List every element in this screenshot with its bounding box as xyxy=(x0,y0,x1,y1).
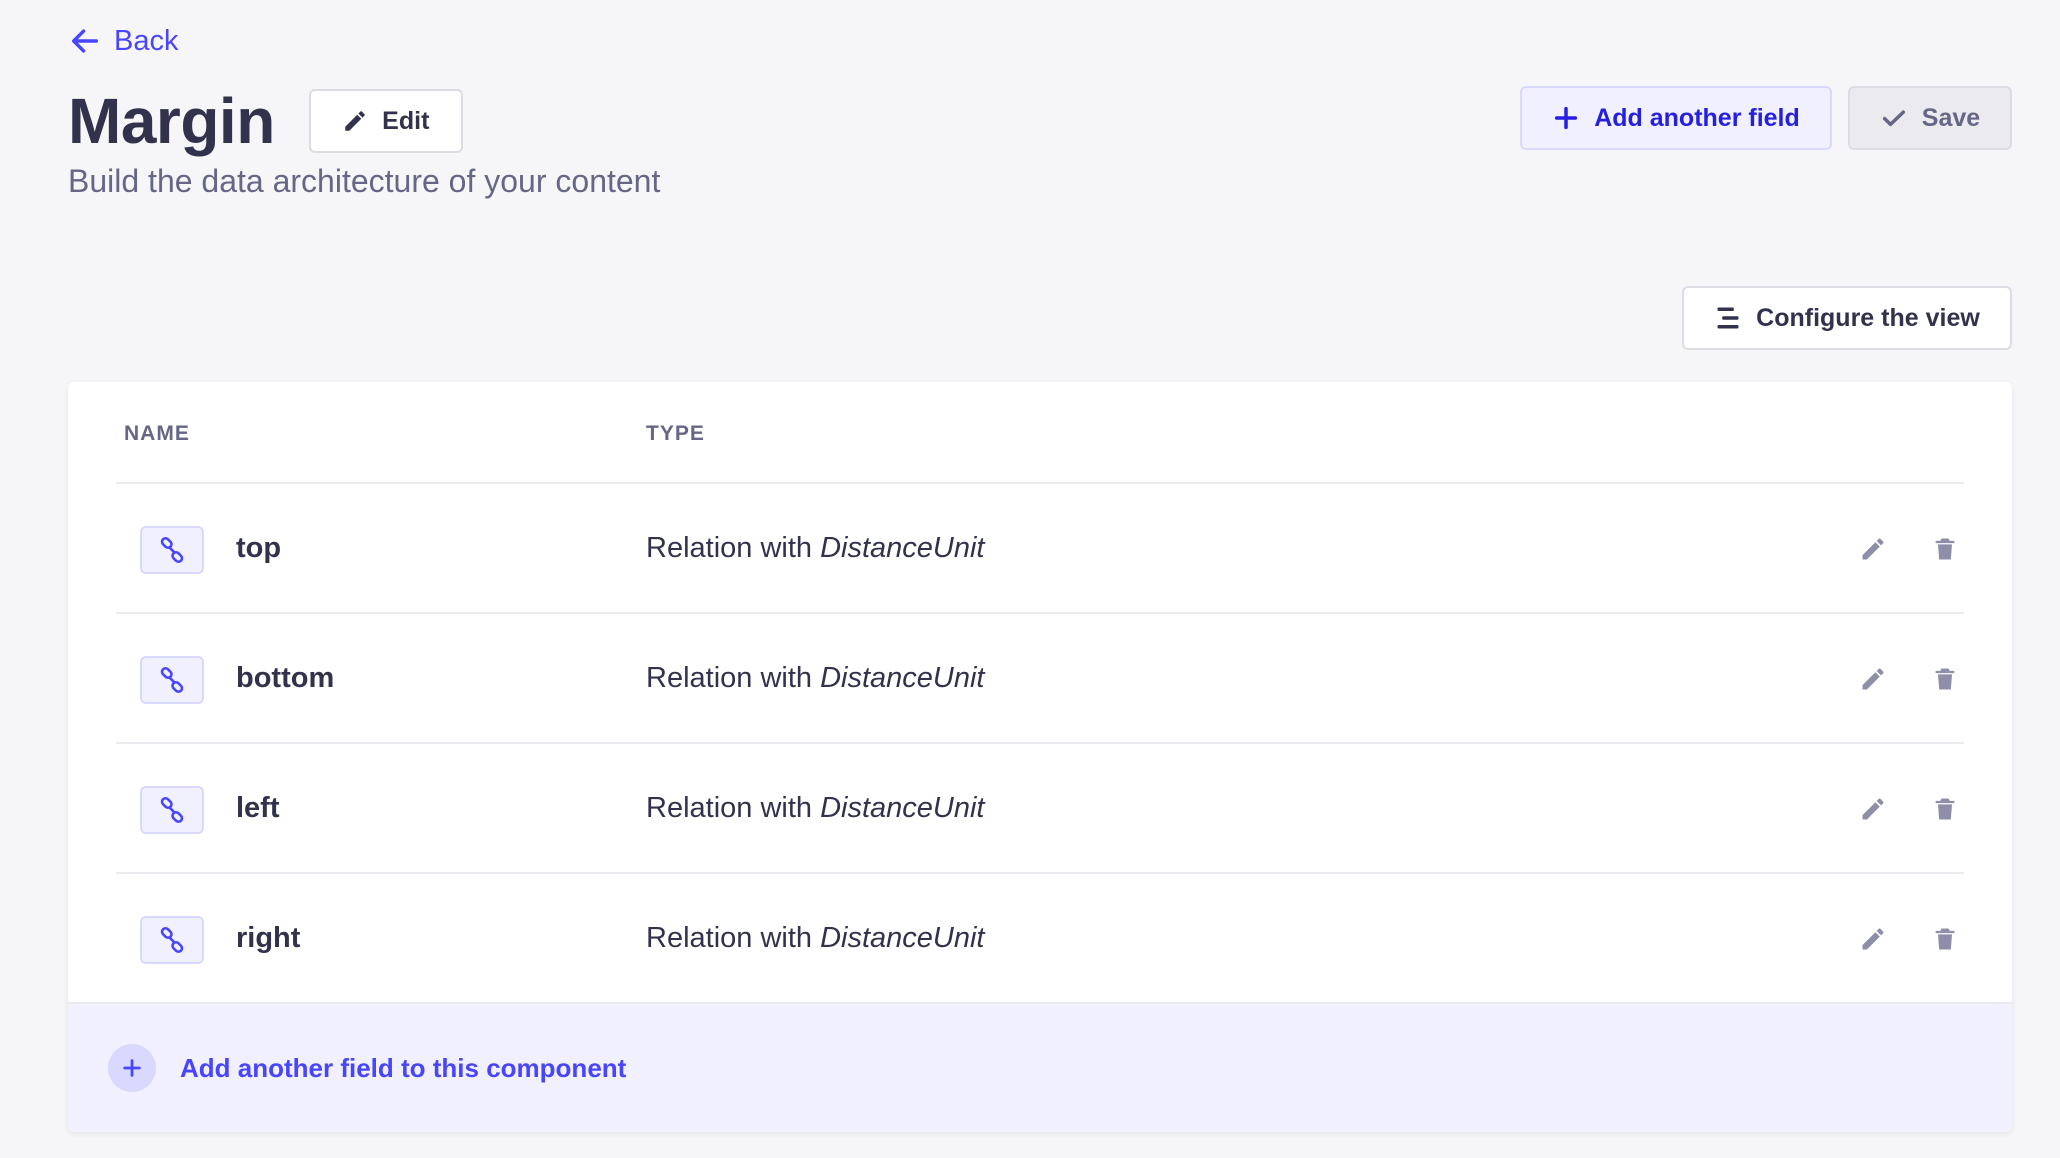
plus-circle-icon xyxy=(108,1044,156,1092)
table-header: NAME TYPE xyxy=(116,382,1964,484)
field-name: left xyxy=(236,792,280,824)
check-icon xyxy=(1882,110,1905,127)
column-header-type: TYPE xyxy=(646,422,705,445)
field-type: Relation with DistanceUnit xyxy=(646,532,985,565)
field-type-target: DistanceUnit xyxy=(820,662,985,694)
field-type-prefix: Relation with xyxy=(646,922,813,954)
table-row: left Relation with DistanceUnit xyxy=(116,744,1964,874)
relation-icon xyxy=(140,786,204,834)
relation-icon xyxy=(140,916,204,964)
trash-icon xyxy=(1935,668,1955,690)
save-label: Save xyxy=(1921,103,1981,132)
pencil-icon xyxy=(345,111,365,131)
column-header-name: NAME xyxy=(124,422,190,445)
table-row: right Relation with DistanceUnit xyxy=(116,874,1964,1004)
trash-icon xyxy=(1935,538,1955,560)
edit-field-button[interactable] xyxy=(1856,922,1890,956)
pencil-icon xyxy=(1862,798,1884,820)
field-type-prefix: Relation with xyxy=(646,792,813,824)
configure-view-button[interactable]: Configure the view xyxy=(1682,286,2012,350)
edit-field-button[interactable] xyxy=(1856,792,1890,826)
field-type: Relation with DistanceUnit xyxy=(646,922,985,955)
pencil-icon xyxy=(1862,668,1884,690)
add-field-to-component-label: Add another field to this component xyxy=(180,1052,627,1083)
configure-view-label: Configure the view xyxy=(1756,303,1980,332)
add-another-field-label: Add another field xyxy=(1594,103,1800,132)
table-row: top Relation with DistanceUnit xyxy=(116,484,1964,614)
delete-field-button[interactable] xyxy=(1928,792,1962,826)
field-type-target: DistanceUnit xyxy=(820,922,985,954)
page-title: Margin xyxy=(68,85,275,157)
table-row: bottom Relation with DistanceUnit xyxy=(116,614,1964,744)
fields-table: NAME TYPE top Relation with DistanceUnit… xyxy=(68,382,2012,1132)
edit-field-button[interactable] xyxy=(1856,662,1890,696)
field-type: Relation with DistanceUnit xyxy=(646,792,985,825)
arrow-left-icon xyxy=(71,29,99,53)
add-another-field-button[interactable]: Add another field xyxy=(1520,86,1832,150)
back-label: Back xyxy=(114,24,179,57)
pencil-icon xyxy=(1862,928,1884,950)
pencil-icon xyxy=(1862,538,1884,560)
layout-list-icon xyxy=(1717,307,1739,329)
relation-icon xyxy=(140,656,204,704)
delete-field-button[interactable] xyxy=(1928,922,1962,956)
plus-icon xyxy=(1555,106,1578,130)
add-field-to-component-button[interactable]: Add another field to this component xyxy=(68,1002,2012,1132)
field-type-target: DistanceUnit xyxy=(820,532,985,564)
edit-label: Edit xyxy=(382,106,430,135)
field-type-prefix: Relation with xyxy=(646,532,813,564)
header-title-row: Margin Edit xyxy=(68,84,463,158)
field-type: Relation with DistanceUnit xyxy=(646,662,985,695)
back-link[interactable]: Back xyxy=(68,24,178,58)
delete-field-button[interactable] xyxy=(1928,532,1962,566)
delete-field-button[interactable] xyxy=(1928,662,1962,696)
page-subtitle: Build the data architecture of your cont… xyxy=(68,163,661,199)
trash-icon xyxy=(1935,928,1955,950)
field-type-target: DistanceUnit xyxy=(820,792,985,824)
field-name: right xyxy=(236,922,301,954)
edit-field-button[interactable] xyxy=(1856,532,1890,566)
edit-button[interactable]: Edit xyxy=(308,89,463,153)
relation-icon xyxy=(140,526,204,574)
field-name: top xyxy=(236,532,282,564)
save-button[interactable]: Save xyxy=(1848,86,2012,150)
field-type-prefix: Relation with xyxy=(646,662,813,694)
field-name: bottom xyxy=(236,662,335,694)
trash-icon xyxy=(1935,798,1955,820)
